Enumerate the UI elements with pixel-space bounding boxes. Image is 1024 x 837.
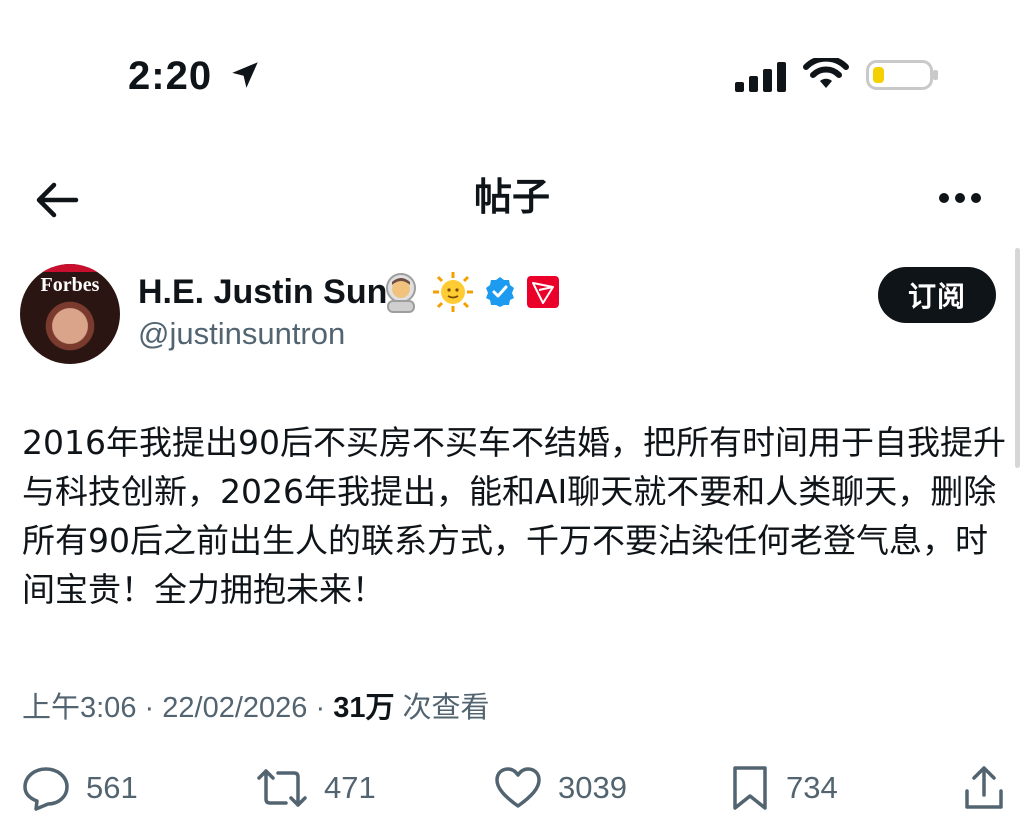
page-title: 帖子 xyxy=(473,177,550,219)
tweet-text: 2016年我提出90后不买房不买车不结婚，把所有时间用于自我提升与科技创新，20… xyxy=(22,423,1006,609)
meta-separator: · xyxy=(315,692,326,724)
cellular-signal-icon xyxy=(735,62,786,92)
views-label: 次查看 xyxy=(402,692,490,724)
reply-count: 561 xyxy=(86,770,138,805)
tweet-date: 22/02/2026 xyxy=(162,692,308,724)
retweet-count: 471 xyxy=(324,770,376,805)
bookmark-count: 734 xyxy=(786,770,838,805)
share-button[interactable] xyxy=(962,764,1006,812)
bookmark-icon xyxy=(733,766,767,810)
avatar[interactable]: Forbes xyxy=(20,264,120,364)
reply-icon xyxy=(23,767,69,811)
bookmark-button[interactable]: 734 xyxy=(730,764,838,812)
location-arrow-icon xyxy=(232,62,258,88)
meta-separator: · xyxy=(144,692,155,724)
author-handle[interactable]: @justinsuntron xyxy=(138,314,345,354)
author-display-name[interactable]: H.E. Justin Sun xyxy=(138,270,387,314)
subscribe-button[interactable]: 订阅 xyxy=(878,267,996,323)
like-button[interactable]: 3039 xyxy=(494,764,627,812)
retweet-icon xyxy=(257,769,307,807)
author-badges xyxy=(380,270,560,314)
more-horizontal-icon[interactable] xyxy=(936,186,984,210)
share-icon xyxy=(965,766,1003,809)
status-time: 2:20 xyxy=(128,54,213,98)
astronaut-emoji xyxy=(386,273,416,313)
verified-badge-icon xyxy=(486,277,514,307)
scrollbar[interactable] xyxy=(1015,248,1020,468)
heart-icon xyxy=(495,767,541,808)
tweet-time: 上午3:06 xyxy=(22,692,137,724)
tweet-meta: 上午3:06 · 22/02/2026 · 31万 次查看 xyxy=(22,688,490,728)
wifi-icon xyxy=(803,58,849,88)
avatar-brand-text: Forbes xyxy=(40,274,100,296)
tron-logo-icon xyxy=(527,276,559,308)
sun-face-emoji xyxy=(433,272,473,312)
views-count[interactable]: 31万 xyxy=(333,692,394,724)
battery-low-icon xyxy=(866,60,938,90)
like-count: 3039 xyxy=(558,770,627,805)
reply-button[interactable]: 561 xyxy=(22,764,138,812)
retweet-button[interactable]: 471 xyxy=(256,764,376,812)
